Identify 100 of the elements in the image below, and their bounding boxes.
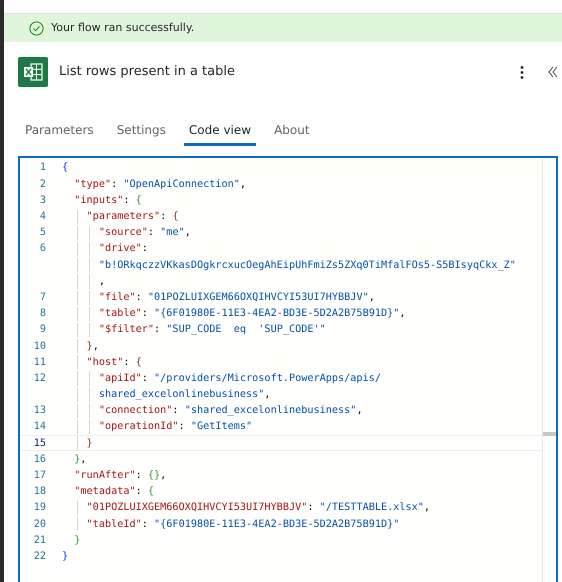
line-number: 19 (34, 502, 46, 514)
line-number: 22 (34, 550, 46, 562)
scrollbar-marker (543, 432, 556, 436)
code-key: "inputs" (74, 192, 124, 208)
code-brace: { (62, 161, 68, 176)
line-number: 7 (40, 292, 46, 303)
code-brace: { (136, 356, 142, 370)
code-string: "01POZLUIXGEM66OXQIHVCYI53UI7HYBBJV" (148, 290, 369, 305)
code-punct: : (136, 469, 143, 484)
line-number: 11 (34, 356, 46, 368)
code-brace: } (86, 340, 93, 354)
code-punct: : (148, 226, 156, 240)
line-number: 12 (34, 372, 46, 384)
code-punct: : (154, 323, 162, 338)
line-number: 6 (40, 243, 46, 254)
line-number: 21 (34, 534, 46, 546)
code-brace: { (148, 485, 154, 500)
code-editor[interactable] (18, 156, 558, 582)
line-number: 15 (34, 438, 46, 449)
tab[interactable]: About (269, 116, 315, 146)
code-punct: : (136, 485, 143, 500)
code-string: "OpenApiConnection" (123, 178, 240, 192)
code-punct: : (307, 501, 314, 516)
spreadsheet-icon (18, 57, 48, 87)
line-number: 17 (34, 470, 46, 482)
code-key: "metadata" (74, 484, 136, 500)
code-string: "SUP_CODE eq 'SUP_CODE'" (166, 323, 326, 338)
code-brace: } (74, 534, 80, 548)
code-string: "GetItems" (190, 420, 252, 434)
code-brace: {} (148, 469, 160, 484)
banner-text: Your flow ran successfully. (51, 20, 194, 36)
code-punct: , (184, 226, 191, 240)
code-punct: , (356, 404, 363, 418)
code-key: "connection" (98, 403, 172, 419)
code-punct: : (142, 518, 149, 532)
line-number: 1 (40, 162, 46, 174)
code-string: "shared_excelonlinebusiness" (184, 404, 356, 418)
code-brace: { (172, 210, 179, 224)
code-brace: } (62, 550, 68, 564)
code-key: "$filter" (98, 322, 154, 338)
code-string: "b!ORkqczzVKkasDOgkrcxucOegAhEipUhFmiZs5ZXq0TiMfalFOs5-S5BIsyqCkx_Z" (98, 258, 516, 273)
code-string: shared_excelonlinebusiness" (98, 388, 264, 402)
code-punct: , (399, 307, 406, 322)
line-number: 20 (34, 518, 46, 530)
code-brace: } (74, 452, 80, 467)
check-circle-icon (29, 20, 44, 36)
code-key: "01POZLUIXGEM66OXQIHVCYI53UI7HYBBJV" (86, 500, 308, 516)
line-number: 14 (34, 421, 46, 432)
code-key: "table" (98, 306, 142, 322)
line-number: 13 (34, 405, 46, 416)
code-punct: : (123, 194, 130, 208)
code-key: "type" (74, 176, 112, 192)
code-string: "/providers/Microsoft.PowerApps/apis/ (154, 372, 381, 386)
code-punct: : (172, 404, 180, 418)
code-punct: : (142, 307, 149, 322)
code-brace: { (136, 194, 142, 208)
code-key: "file" (98, 290, 136, 306)
code-punct: : (142, 372, 149, 386)
tab[interactable]: Code view (184, 116, 256, 146)
code-string: "{6F01980E-11E3-4EA2-BD3E-5D2A2B75B91D}" (154, 518, 400, 532)
collapse-icon[interactable] (548, 66, 558, 78)
code-string: "/TESTTABLE.xlsx" (320, 501, 424, 516)
code-string: "me" (160, 226, 185, 240)
code-key: "runAfter" (74, 468, 136, 484)
code-key: "source" (98, 225, 148, 240)
code-punct: , (160, 469, 166, 484)
code-punct: : (136, 290, 143, 305)
line-number: 8 (40, 308, 46, 320)
code-punct: , (92, 340, 99, 354)
code-punct: , (368, 290, 375, 305)
more-options-icon[interactable] (520, 66, 524, 78)
code-punct: , (424, 501, 430, 516)
code-punct: , (264, 388, 271, 402)
code-key: "apiId" (98, 370, 142, 386)
code-key: "host" (86, 354, 124, 370)
code-punct: : (178, 420, 186, 434)
code-key: "tableId" (86, 516, 142, 532)
code-punct: : (142, 242, 148, 256)
line-number: 10 (34, 340, 46, 352)
code-key: "parameters" (86, 209, 160, 224)
code-punct: : (160, 210, 168, 224)
tab[interactable]: Parameters (20, 116, 99, 146)
line-number: 3 (40, 194, 46, 206)
line-number: 16 (34, 454, 46, 465)
code-punct: : (111, 178, 118, 192)
code-punct: : (123, 356, 130, 370)
tab[interactable]: Settings (112, 116, 171, 146)
line-number: 2 (40, 178, 46, 190)
code-key: "operationId" (98, 419, 179, 435)
line-number: 5 (40, 227, 46, 238)
line-number: 4 (40, 211, 46, 222)
line-number: 18 (34, 486, 46, 498)
code-punct: , (80, 452, 87, 467)
code-key: "drive" (98, 241, 142, 257)
action-title: List rows present in a table (59, 63, 235, 82)
line-number: 9 (40, 324, 46, 336)
code-string: "{6F01980E-11E3-4EA2-BD3E-5D2A2B75B91D}" (154, 307, 400, 322)
code-punct: , (98, 274, 105, 289)
code-punct: , (240, 178, 246, 192)
code-brace: } (86, 436, 93, 451)
